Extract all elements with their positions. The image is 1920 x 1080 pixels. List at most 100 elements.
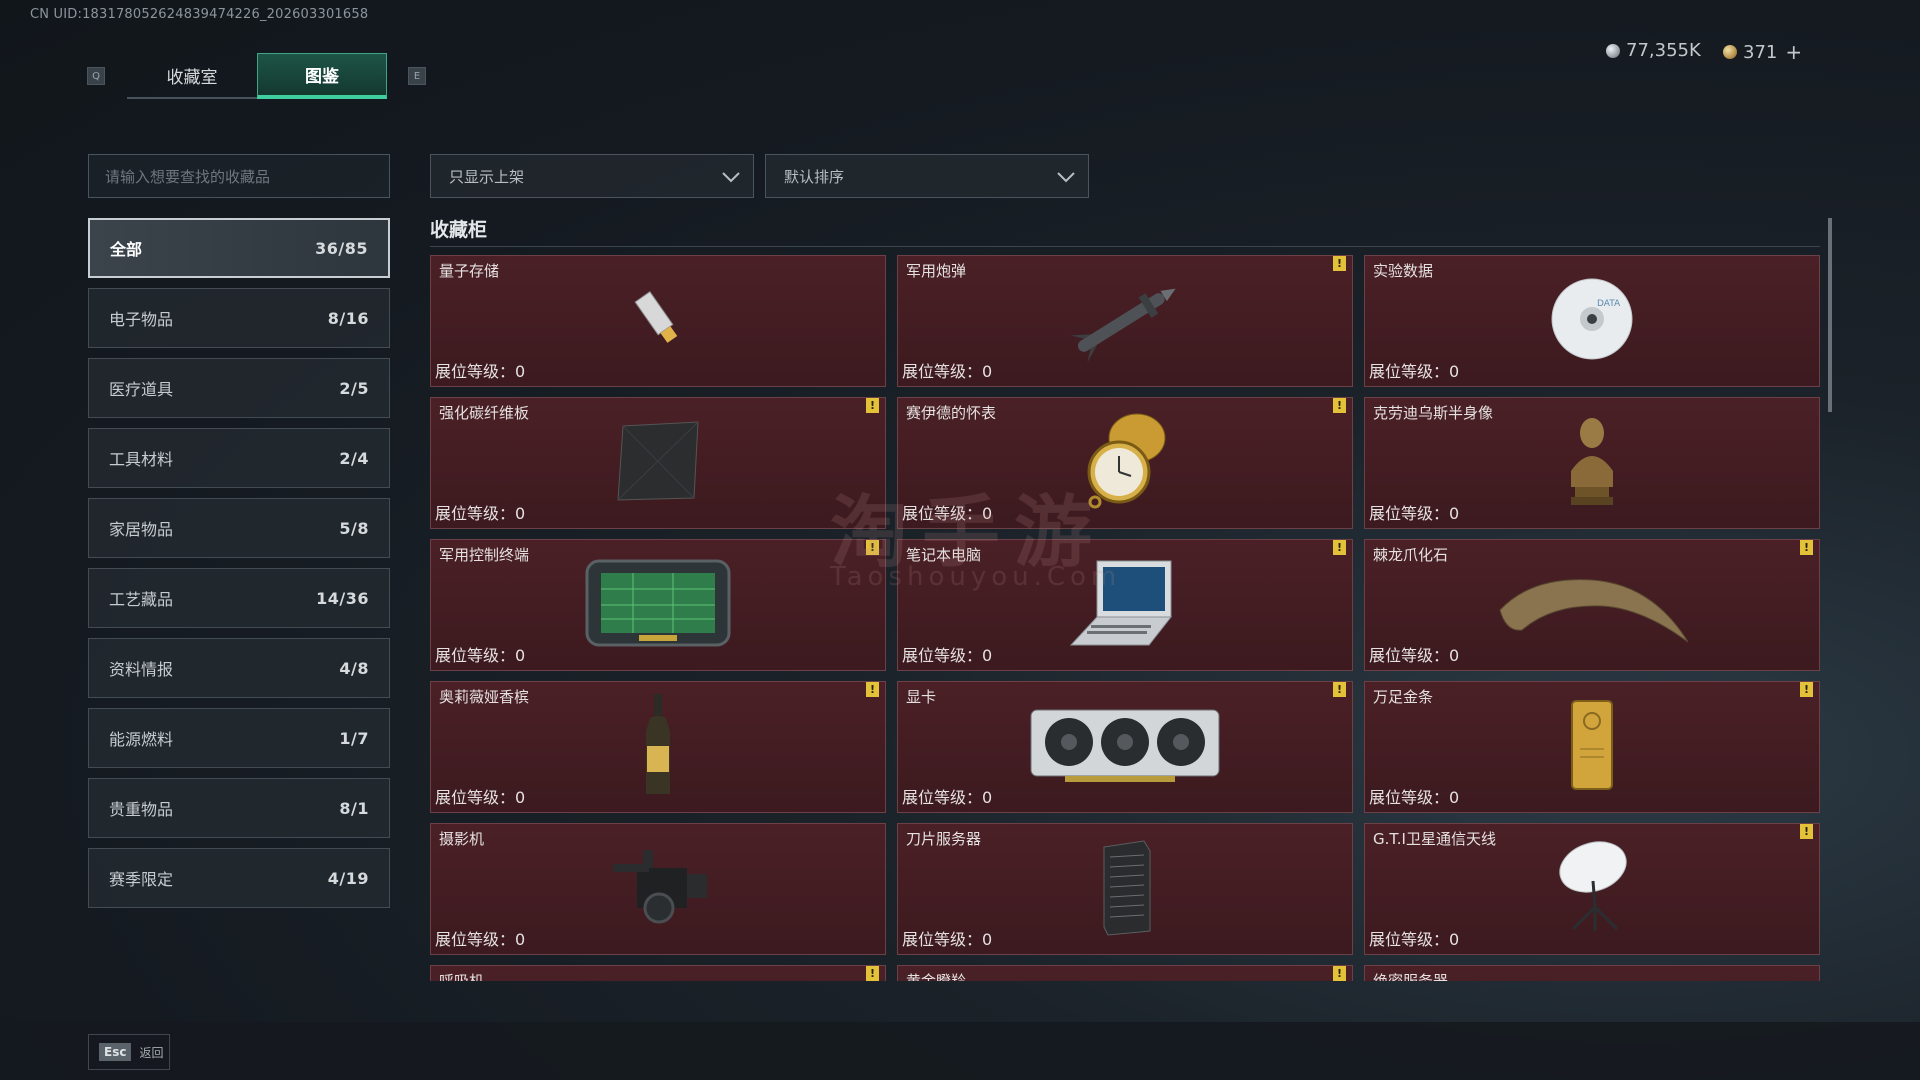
usb-drive-icon <box>623 284 693 358</box>
item-name: 棘龙爪化石 <box>1373 546 1449 564</box>
item-level: 展位等级：0 <box>435 358 525 382</box>
item-name: 呼吸机 <box>439 972 485 981</box>
category-label: 电子物品 <box>109 310 174 329</box>
category-item[interactable]: 工具材料 2/4 <box>88 428 390 488</box>
gold-coin-icon <box>1723 45 1737 59</box>
terminal-icon <box>583 555 733 655</box>
chevron-down-icon <box>722 172 740 183</box>
collection-card[interactable]: 万足金条 展位等级：0! <box>1364 681 1820 813</box>
category-item[interactable]: 能源燃料 1/7 <box>88 708 390 768</box>
level-value: 0 <box>1449 362 1460 381</box>
collection-card[interactable]: 强化碳纤维板 展位等级：0! <box>430 397 886 529</box>
item-level: 展位等级：0 <box>435 784 525 808</box>
sort-value: 默认排序 <box>784 167 845 186</box>
disc-icon: DATA <box>1549 276 1635 366</box>
add-currency-button[interactable]: + <box>1785 40 1802 64</box>
camera-icon <box>603 842 713 936</box>
satellite-dish-icon <box>1547 837 1637 941</box>
item-level: 展位等级：0 <box>902 926 992 950</box>
champagne-icon <box>638 690 678 804</box>
back-button[interactable]: Esc 返回 <box>88 1034 170 1070</box>
item-level: 展位等级：0 <box>902 784 992 808</box>
category-count: 1/7 <box>339 728 369 748</box>
category-item[interactable]: 资料情报 4/8 <box>88 638 390 698</box>
level-label: 展位等级： <box>1369 646 1450 665</box>
category-item[interactable]: 赛季限定 4/19 <box>88 848 390 908</box>
warning-icon: ! <box>1333 540 1346 555</box>
level-label: 展位等级： <box>435 646 516 665</box>
collection-card[interactable]: 黄金瞪羚! <box>897 965 1353 981</box>
category-label: 工具材料 <box>109 450 174 469</box>
silver-amount: 77,355K <box>1626 40 1701 61</box>
level-value: 0 <box>982 930 993 949</box>
item-name: 万足金条 <box>1373 688 1434 706</box>
item-name: 奥莉薇娅香槟 <box>439 688 530 706</box>
item-level: 展位等级：0 <box>435 926 525 950</box>
warning-icon: ! <box>1800 824 1813 839</box>
item-level: 展位等级：0 <box>1369 358 1459 382</box>
category-label: 医疗道具 <box>109 380 174 399</box>
level-value: 0 <box>982 362 993 381</box>
level-label: 展位等级： <box>1369 788 1450 807</box>
collection-card[interactable]: 克劳迪乌斯半身像 展位等级：0 <box>1364 397 1820 529</box>
search-input[interactable]: 请输入想要查找的收藏品 <box>88 154 390 198</box>
gold-amount: 371 <box>1743 41 1778 63</box>
collection-card[interactable]: 呼吸机! <box>430 965 886 981</box>
category-item[interactable]: 全部 36/85 <box>88 218 390 278</box>
next-tab-key[interactable]: E <box>408 67 426 85</box>
warning-icon: ! <box>866 966 879 981</box>
collection-card[interactable]: G.T.I卫星通信天线展位等级：0! <box>1364 823 1820 955</box>
collection-card[interactable]: 军用控制终端 展位等级：0! <box>430 539 886 671</box>
item-name: 量子存储 <box>439 262 500 280</box>
category-label: 贵重物品 <box>109 800 174 819</box>
collection-card[interactable]: 军用炮弹 展位等级：0! <box>897 255 1353 387</box>
warning-icon: ! <box>1333 256 1346 271</box>
level-value: 0 <box>515 646 526 665</box>
claw-fossil-icon <box>1492 558 1692 652</box>
shelf-filter-dropdown[interactable]: 只显示上架 <box>430 154 754 198</box>
scrollbar[interactable] <box>1828 218 1832 412</box>
level-value: 0 <box>982 788 993 807</box>
item-level: 展位等级：0 <box>435 500 525 524</box>
collection-card[interactable]: 摄影机 展位等级：0 <box>430 823 886 955</box>
category-list: 全部 36/85 电子物品 8/16 医疗道具 2/5 工具材料 2/4 家居物品 5/8 工艺藏品… <box>88 218 390 918</box>
prev-tab-key[interactable]: Q <box>87 67 105 85</box>
item-level: 展位等级：0 <box>1369 642 1459 666</box>
level-value: 0 <box>982 646 993 665</box>
item-level: 展位等级：0 <box>1369 926 1459 950</box>
level-value: 0 <box>515 362 526 381</box>
level-label: 展位等级： <box>435 930 516 949</box>
server-icon <box>1090 837 1160 941</box>
item-name: G.T.I卫星通信天线 <box>1373 830 1496 848</box>
collection-card[interactable]: 显卡 展位等级：0! <box>897 681 1353 813</box>
warning-icon: ! <box>866 398 879 413</box>
collection-card[interactable]: 绝密服务器 <box>1364 965 1820 981</box>
item-name: 黄金瞪羚 <box>906 972 967 981</box>
sort-dropdown[interactable]: 默认排序 <box>765 154 1089 198</box>
level-label: 展位等级： <box>902 788 983 807</box>
collection-card[interactable]: 奥莉薇娅香槟 展位等级：0! <box>430 681 886 813</box>
item-name: 显卡 <box>906 688 937 706</box>
category-item[interactable]: 医疗道具 2/5 <box>88 358 390 418</box>
level-value: 0 <box>515 504 526 523</box>
warning-icon: ! <box>1333 966 1346 981</box>
collection-card[interactable]: 刀片服务器 展位等级：0 <box>897 823 1353 955</box>
tab-collection-room[interactable]: 收藏室 <box>127 53 257 99</box>
item-level: 展位等级：0 <box>1369 500 1459 524</box>
shelf-filter-value: 只显示上架 <box>449 167 525 186</box>
collection-card[interactable]: 棘龙爪化石 展位等级：0! <box>1364 539 1820 671</box>
tab-catalog[interactable]: 图鉴 <box>257 53 387 99</box>
category-item[interactable]: 工艺藏品 14/36 <box>88 568 390 628</box>
category-label: 赛季限定 <box>109 870 174 889</box>
tab-bar: 收藏室 图鉴 <box>127 53 387 101</box>
category-count: 5/8 <box>339 518 369 538</box>
category-item[interactable]: 电子物品 8/16 <box>88 288 390 348</box>
silver-currency: 77,355K <box>1606 40 1701 61</box>
collection-card[interactable]: 实验数据 DATA 展位等级：0 <box>1364 255 1820 387</box>
category-item[interactable]: 贵重物品 8/1 <box>88 778 390 838</box>
level-label: 展位等级： <box>435 788 516 807</box>
category-item[interactable]: 家居物品 5/8 <box>88 498 390 558</box>
item-name: 军用炮弹 <box>906 262 967 280</box>
collection-card[interactable]: 量子存储展位等级：0 <box>430 255 886 387</box>
collection-grid: 量子存储 展位等级：0 军用炮弹 展位等级：0! 实验数据 DATA 展位等级：0 强化碳纤维… <box>430 255 1820 981</box>
